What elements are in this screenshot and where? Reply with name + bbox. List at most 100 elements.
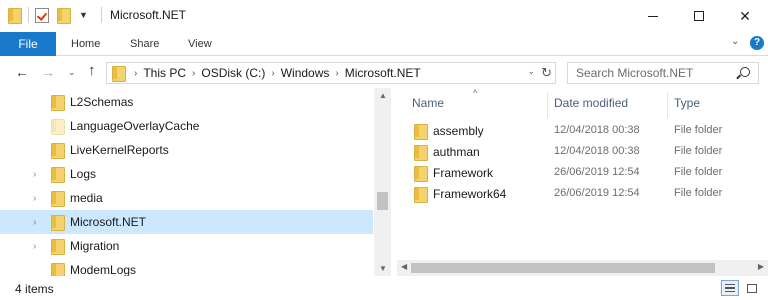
tree-item[interactable]: LanguageOverlayCache xyxy=(0,114,373,138)
breadcrumb-separator[interactable]: › xyxy=(335,68,338,79)
file-row[interactable]: authman 12/04/2018 00:38 File folder xyxy=(397,142,757,163)
tab-home[interactable]: Home xyxy=(71,32,100,56)
location-folder-icon xyxy=(112,65,126,82)
folder-icon xyxy=(51,166,65,183)
forward-arrow-icon[interactable]: → xyxy=(41,64,55,80)
tree-item[interactable]: › media xyxy=(0,186,373,210)
scroll-down-icon[interactable]: ▼ xyxy=(379,264,387,273)
address-bar[interactable]: › This PC › OSDisk (C:) › Windows › Micr… xyxy=(106,62,556,84)
file-name: assembly xyxy=(433,124,484,138)
tab-share[interactable]: Share xyxy=(130,32,159,56)
window-title: Microsoft.NET xyxy=(110,8,187,22)
file-row[interactable]: assembly 12/04/2018 00:38 File folder xyxy=(397,121,757,142)
tree-item[interactable]: ModemLogs xyxy=(0,258,373,276)
ribbon-tabs: File Home Share View ⌄ ? xyxy=(0,32,768,56)
refresh-icon[interactable]: ↻ xyxy=(541,65,552,81)
details-view-icon xyxy=(725,284,735,292)
breadcrumb-windows[interactable]: Windows xyxy=(281,66,330,80)
scroll-up-icon[interactable]: ▲ xyxy=(379,91,387,100)
tab-file[interactable]: File xyxy=(0,32,56,56)
file-row[interactable]: Framework 26/06/2019 12:54 File folder xyxy=(397,163,757,184)
folder-icon xyxy=(51,118,65,135)
details-view-button[interactable] xyxy=(721,280,739,296)
quick-access-toolbar: ▼ xyxy=(8,7,88,24)
search-icon[interactable] xyxy=(740,67,750,77)
file-date-modified: 26/06/2019 12:54 xyxy=(554,166,640,178)
breadcrumb-separator[interactable]: › xyxy=(271,68,274,79)
file-list: ^ Name Date modified Type assembly 12/04/… xyxy=(397,88,768,276)
expand-chevron-icon[interactable]: › xyxy=(33,217,36,228)
scrollbar-thumb[interactable] xyxy=(377,192,388,210)
search-box[interactable] xyxy=(567,62,759,84)
folder-icon xyxy=(51,94,65,111)
folder-icon xyxy=(51,142,65,159)
new-folder-icon[interactable] xyxy=(57,7,71,24)
tree-item[interactable]: › Microsoft.NET xyxy=(0,210,373,234)
breadcrumb-this-pc[interactable]: This PC xyxy=(143,66,186,80)
tree-item-label: LanguageOverlayCache xyxy=(70,119,200,133)
column-header-date-modified[interactable]: Date modified xyxy=(554,96,628,110)
tree-item-label: media xyxy=(70,191,103,205)
recent-locations-icon[interactable]: ⌄ xyxy=(68,67,76,78)
file-type: File folder xyxy=(674,124,723,136)
column-divider[interactable] xyxy=(667,92,668,118)
file-date-modified: 12/04/2018 00:38 xyxy=(554,145,640,157)
minimize-icon xyxy=(648,15,658,17)
close-icon: ✕ xyxy=(739,7,751,24)
properties-icon[interactable] xyxy=(35,7,49,23)
title-bar: ▼ Microsoft.NET ✕ xyxy=(0,0,768,32)
tab-view[interactable]: View xyxy=(188,32,212,56)
expand-ribbon-icon[interactable]: ⌄ xyxy=(731,36,739,47)
file-date-modified: 12/04/2018 00:38 xyxy=(554,124,640,136)
tree-item[interactable]: L2Schemas xyxy=(0,90,373,114)
navigation-pane: L2Schemas LanguageOverlayCache LiveKernelR… xyxy=(0,88,373,276)
folder-icon xyxy=(414,186,428,203)
file-list-horizontal-scrollbar[interactable]: ◀ ▶ xyxy=(397,260,768,276)
help-icon[interactable]: ? xyxy=(750,36,764,50)
maximize-button[interactable] xyxy=(676,0,722,32)
folder-icon xyxy=(414,144,428,161)
large-icons-view-button[interactable] xyxy=(743,280,761,296)
customize-toolbar-icon[interactable]: ▼ xyxy=(79,10,88,20)
folder-icon xyxy=(414,165,428,182)
toolbar-divider xyxy=(28,7,29,23)
navigation-pane-scrollbar[interactable]: ▲ ▼ xyxy=(374,88,391,276)
column-header-name[interactable]: Name xyxy=(412,96,444,110)
column-divider[interactable] xyxy=(547,92,548,118)
expand-chevron-icon[interactable]: › xyxy=(33,193,36,204)
close-button[interactable]: ✕ xyxy=(722,0,768,32)
folder-icon[interactable] xyxy=(8,7,22,24)
tree-item-label: Migration xyxy=(70,239,120,253)
file-name: Framework xyxy=(433,166,494,180)
expand-chevron-icon[interactable]: › xyxy=(33,169,36,180)
breadcrumb-microsoft-net[interactable]: Microsoft.NET xyxy=(345,66,421,80)
file-date-modified: 26/06/2019 12:54 xyxy=(554,187,640,199)
folder-icon xyxy=(51,214,65,231)
tree-item[interactable]: LiveKernelReports xyxy=(0,138,373,162)
file-name: Framework64 xyxy=(433,187,507,201)
file-name: authman xyxy=(433,145,480,159)
title-divider xyxy=(101,7,102,23)
column-header-type[interactable]: Type xyxy=(674,96,700,110)
breadcrumb-separator[interactable]: › xyxy=(134,68,137,79)
up-arrow-icon[interactable]: ↑ xyxy=(88,62,96,79)
tree-item-label: L2Schemas xyxy=(70,95,134,109)
folder-icon xyxy=(51,238,65,255)
maximize-icon xyxy=(694,11,704,21)
minimize-button[interactable] xyxy=(630,0,676,32)
scrollbar-thumb[interactable] xyxy=(411,263,715,273)
address-dropdown-icon[interactable]: ⌄ xyxy=(527,66,535,77)
tree-item[interactable]: › Logs xyxy=(0,162,373,186)
scroll-left-icon[interactable]: ◀ xyxy=(401,262,407,271)
tree-item-label: LiveKernelReports xyxy=(70,143,169,157)
breadcrumb-osdisk[interactable]: OSDisk (C:) xyxy=(201,66,265,80)
file-type: File folder xyxy=(674,187,723,199)
file-row[interactable]: Framework64 26/06/2019 12:54 File folder xyxy=(397,184,757,205)
breadcrumb-separator[interactable]: › xyxy=(192,68,195,79)
back-arrow-icon[interactable]: ← xyxy=(15,64,29,80)
tree-item[interactable]: › Migration xyxy=(0,234,373,258)
scroll-right-icon[interactable]: ▶ xyxy=(758,262,764,271)
search-input[interactable] xyxy=(568,63,728,83)
expand-chevron-icon[interactable]: › xyxy=(33,241,36,252)
status-bar: 4 items xyxy=(0,276,768,300)
